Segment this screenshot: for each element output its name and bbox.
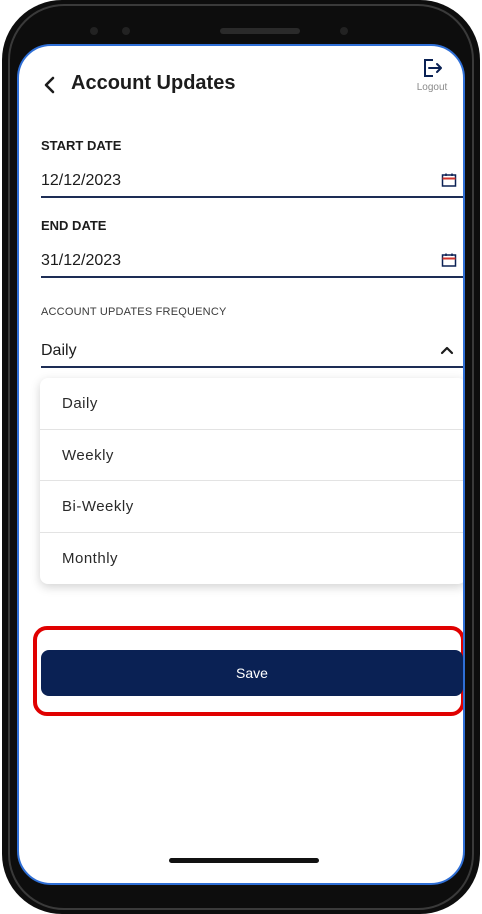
front-camera <box>340 27 348 35</box>
page-title: Account Updates <box>71 72 236 94</box>
app-header: Account Updates Logout <box>19 46 463 126</box>
calendar-icon[interactable] <box>441 172 457 188</box>
frequency-label: ACCOUNT UPDATES FREQUENCY <box>41 306 227 318</box>
dropdown-option-daily[interactable]: Daily <box>40 378 463 430</box>
end-date-input[interactable]: 31/12/2023 <box>41 244 463 278</box>
frequency-dropdown-menu: Daily Weekly Bi-Weekly Monthly <box>40 378 463 585</box>
logout-button[interactable]: Logout <box>409 56 455 100</box>
dropdown-option-monthly[interactable]: Monthly <box>40 533 463 585</box>
start-date-value: 12/12/2023 <box>41 172 122 189</box>
frequency-selected-value: Daily <box>41 342 77 359</box>
app-screen: Account Updates Logout START DATE 12/12/… <box>17 44 465 885</box>
end-date-label: END DATE <box>41 218 107 233</box>
end-date-field: END DATE 31/12/2023 <box>41 218 463 278</box>
chevron-up-icon[interactable] <box>439 344 455 356</box>
frequency-field: ACCOUNT UPDATES FREQUENCY Daily <box>41 306 463 368</box>
sensor-dot <box>90 27 98 35</box>
frequency-select[interactable]: Daily <box>41 334 463 368</box>
logout-icon <box>424 59 442 77</box>
logout-label: Logout <box>416 82 448 93</box>
end-date-value: 31/12/2023 <box>41 252 122 269</box>
start-date-input[interactable]: 12/12/2023 <box>41 164 463 198</box>
start-date-label: START DATE <box>41 138 122 153</box>
start-date-field: START DATE 12/12/2023 <box>41 138 463 198</box>
save-button[interactable]: Save <box>41 650 463 696</box>
earpiece-speaker <box>220 28 300 34</box>
sensor-dot <box>122 27 130 35</box>
dropdown-option-bi-weekly[interactable]: Bi-Weekly <box>40 481 463 533</box>
back-chevron-icon[interactable] <box>39 74 61 96</box>
home-indicator[interactable] <box>169 858 319 863</box>
calendar-icon[interactable] <box>441 252 457 268</box>
dropdown-option-weekly[interactable]: Weekly <box>40 430 463 481</box>
